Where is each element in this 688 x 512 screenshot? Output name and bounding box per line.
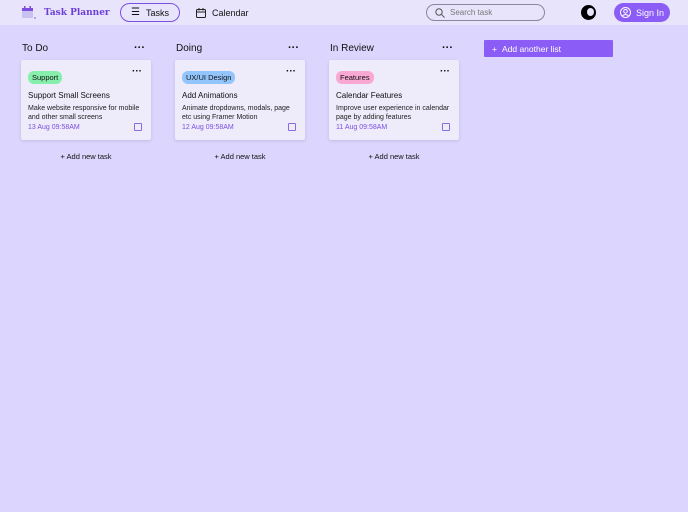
theme-toggle-icon[interactable] (581, 5, 596, 20)
nav-tasks-label: Tasks (145, 7, 169, 18)
task-card[interactable]: Support ··· Support Small Screens Make w… (21, 60, 151, 140)
add-another-list-button[interactable]: + Add another list (484, 40, 613, 57)
column-in-review: In Review ··· Features ··· Calendar Featu… (329, 40, 459, 161)
add-list-label: Add another list (501, 43, 562, 54)
calendar-icon (196, 7, 206, 18)
add-new-task-button[interactable]: + Add new task (329, 152, 459, 161)
more-options-icon[interactable]: ··· (288, 43, 299, 54)
sign-in-button[interactable]: Sign In (614, 3, 670, 22)
more-options-icon[interactable]: ··· (132, 67, 142, 77)
app-title: Task Planner (44, 7, 110, 18)
add-new-task-button[interactable]: + Add new task (21, 152, 151, 161)
column-title: In Review (330, 42, 374, 54)
more-options-icon[interactable]: ··· (134, 43, 145, 54)
task-title: Calendar Features (336, 91, 403, 100)
more-options-icon[interactable]: ··· (440, 67, 450, 77)
task-date: 13 Aug 09:58AM (28, 124, 80, 131)
plus-icon: + (492, 43, 497, 54)
sign-in-label: Sign In (635, 7, 665, 18)
task-tag: Support (28, 71, 63, 84)
search-input[interactable]: Search task (426, 4, 545, 21)
column-to-do: To Do ··· Support ··· Support Small Scree… (21, 40, 151, 161)
task-title: Add Animations (182, 91, 238, 100)
column-title: To Do (22, 42, 49, 54)
user-circle-icon (619, 7, 631, 18)
nav-calendar[interactable]: Calendar (186, 3, 259, 22)
task-description: Improve user experience in calendar page… (336, 105, 450, 121)
task-tag: Features (336, 71, 374, 84)
task-card[interactable]: Features ··· Calendar Features Improve u… (329, 60, 459, 140)
nav-tasks[interactable]: ☰ Tasks (120, 3, 180, 22)
column-title: Doing (176, 42, 203, 54)
task-tag: UX/UI Design (182, 71, 236, 84)
task-checkbox[interactable] (288, 123, 296, 131)
top-bar: Task Planner ☰ Tasks Calendar Search tas… (0, 0, 688, 25)
task-checkbox[interactable] (134, 123, 142, 131)
logo[interactable]: Task Planner (20, 6, 110, 19)
task-title: Support Small Screens (28, 91, 110, 100)
task-card[interactable]: UX/UI Design ··· Add Animations Animate … (175, 60, 305, 140)
calendar-logo-icon (22, 6, 36, 19)
task-description: Make website responsive for mobile and o… (28, 105, 140, 121)
more-options-icon[interactable]: ··· (286, 67, 296, 77)
nav-calendar-label: Calendar (212, 7, 249, 18)
more-options-icon[interactable]: ··· (442, 43, 453, 54)
task-checkbox[interactable] (442, 123, 450, 131)
search-icon (435, 7, 445, 18)
list-checks-icon: ☰ (131, 7, 140, 18)
add-task-label: Add new task (220, 152, 266, 161)
add-task-label: Add new task (66, 152, 112, 161)
add-new-task-button[interactable]: + Add new task (175, 152, 305, 161)
task-date: 12 Aug 09:58AM (182, 124, 234, 131)
task-date: 11 Aug 09:58AM (336, 124, 388, 131)
add-task-label: Add new task (374, 152, 420, 161)
search-placeholder: Search task (450, 8, 493, 17)
column-doing: Doing ··· UX/UI Design ··· Add Animations… (175, 40, 305, 161)
task-description: Animate dropdowns, modals, page etc usin… (182, 105, 290, 121)
